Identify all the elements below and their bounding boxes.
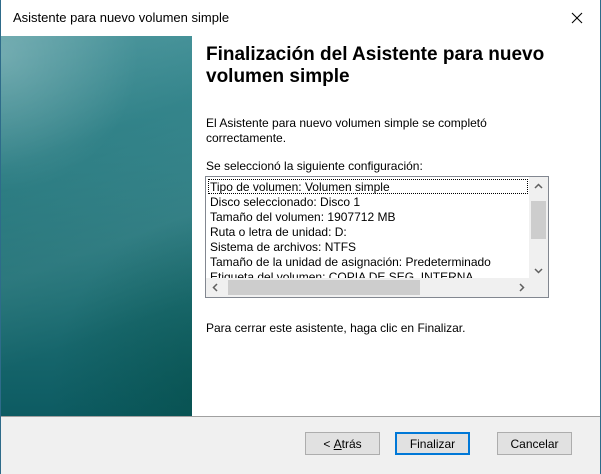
wizard-dialog: Asistente para nuevo volumen simple Fina…: [0, 0, 601, 474]
back-label: trás: [341, 436, 362, 451]
horizontal-scrollbar[interactable]: [206, 278, 530, 297]
config-line-allocation-unit: Tamaño de la unidad de asignación: Prede…: [210, 255, 491, 269]
config-line-volume-type: Tipo de volumen: Volumen simple: [210, 180, 390, 194]
config-label: Se seleccionó la siguiente configuración…: [206, 159, 423, 173]
page-title: Finalización del Asistente para nuevo vo…: [206, 44, 545, 87]
horizontal-scroll-thumb[interactable]: [228, 280, 420, 295]
scroll-left-button[interactable]: [206, 278, 223, 297]
title-bar[interactable]: Asistente para nuevo volumen simple: [1, 0, 600, 35]
finish-instruction: Para cerrar este asistente, haga clic en…: [206, 321, 466, 335]
close-icon: [571, 12, 583, 23]
chevron-right-icon: [518, 283, 525, 292]
chevron-left-icon: [211, 283, 218, 292]
vertical-scroll-thumb[interactable]: [531, 201, 546, 239]
window-title: Asistente para nuevo volumen simple: [13, 10, 230, 25]
wizard-content: Finalización del Asistente para nuevo vo…: [192, 36, 600, 416]
scroll-down-button[interactable]: [529, 262, 548, 279]
config-summary-box[interactable]: Tipo de volumen: Volumen simple Disco se…: [205, 176, 549, 298]
back-prefix: <: [323, 436, 334, 451]
config-line-file-system: Sistema de archivos: NTFS: [210, 240, 357, 254]
button-bar: < Atrás Finalizar Cancelar: [1, 417, 600, 474]
back-accelerator: A: [333, 436, 342, 451]
config-line-size: Tamaño del volumen: 1907712 MB: [210, 210, 396, 224]
cancel-button[interactable]: Cancelar: [497, 432, 572, 455]
vertical-scrollbar[interactable]: [529, 177, 548, 279]
wizard-side-graphic: [1, 36, 192, 416]
chevron-down-icon: [534, 267, 543, 274]
config-line-disk: Disco seleccionado: Disco 1: [210, 195, 361, 209]
config-line-drive-letter: Ruta o letra de unidad: D:: [210, 225, 347, 239]
completion-message: El Asistente para nuevo volumen simple s…: [206, 116, 487, 145]
back-button[interactable]: < Atrás: [305, 432, 380, 455]
chevron-up-icon: [534, 182, 543, 189]
scrollbar-corner: [529, 278, 548, 297]
config-list: Tipo de volumen: Volumen simple Disco se…: [206, 177, 530, 279]
close-button[interactable]: [554, 0, 600, 35]
scroll-right-button[interactable]: [513, 278, 530, 297]
scroll-up-button[interactable]: [529, 177, 548, 194]
finish-button[interactable]: Finalizar: [395, 432, 470, 455]
